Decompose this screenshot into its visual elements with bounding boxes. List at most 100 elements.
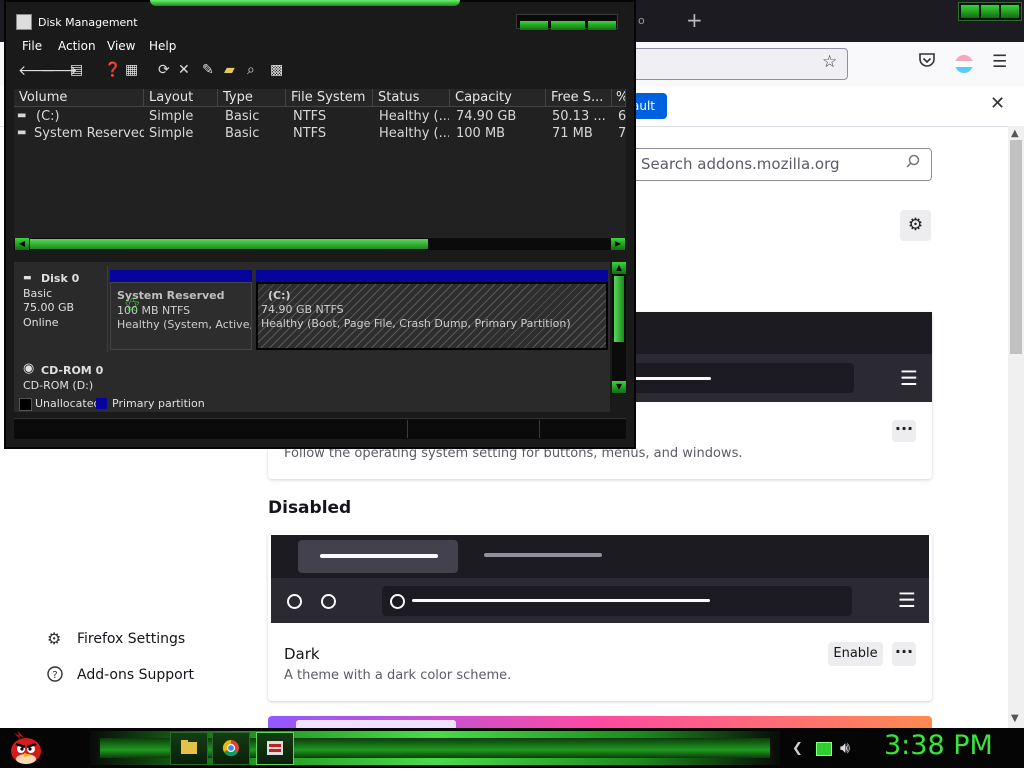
addons-support-link[interactable]: Add-ons Support — [77, 667, 194, 683]
volume-layout: Simple — [149, 126, 194, 141]
volume-list: Volume Layout Type File System Status Ca… — [14, 89, 626, 239]
scrollbar-thumb[interactable] — [30, 239, 428, 249]
scroll-down-arrow-icon[interactable]: ▼ — [612, 381, 626, 393]
menu-bar: File Action View Help — [14, 36, 628, 56]
column-header-volume[interactable]: Volume — [14, 89, 144, 107]
column-header-percent-free[interactable]: % — [612, 89, 626, 107]
firefox-window-controls[interactable] — [958, 2, 1022, 21]
theme-preview-url-line — [412, 599, 710, 602]
help-icon[interactable]: ❓ — [104, 62, 121, 78]
theme-more-options-button[interactable]: ··· — [892, 420, 916, 442]
check-icon[interactable]: ✎ — [202, 62, 214, 78]
properties-icon[interactable]: ▦ — [125, 62, 138, 78]
bookmark-star-icon[interactable]: ☆ — [822, 52, 837, 72]
notification-close-icon[interactable]: ✕ — [990, 93, 1005, 114]
search-placeholder: Search addons.mozilla.org — [641, 155, 840, 173]
theme-preview-tab-line-inactive — [484, 553, 602, 557]
column-header-file-system[interactable]: File System — [286, 89, 373, 107]
cdrom-icon: ◉ — [23, 361, 35, 376]
maximize-button[interactable] — [551, 21, 585, 30]
scrollbar-thumb[interactable] — [614, 276, 624, 342]
system-tray: ❮ 🔊︎ — [786, 733, 876, 765]
partition-name: (C:) — [268, 289, 291, 302]
window-controls[interactable] — [516, 14, 618, 30]
gear-icon: ⚙ — [47, 629, 62, 648]
menu-view[interactable]: View — [107, 39, 135, 53]
partition-c-drive[interactable]: (C:) 74.90 GB NTFS Healthy (Boot, Page F… — [256, 282, 608, 350]
scrollbar-thumb[interactable] — [1010, 140, 1022, 354]
menu-file[interactable]: File — [22, 39, 42, 53]
disk-state: Online — [23, 316, 59, 329]
volume-speaker-icon[interactable]: 🔊︎ — [840, 738, 850, 758]
volume-free-space: 50.13 ... — [552, 109, 606, 124]
help-icon: ? — [47, 666, 63, 686]
theme-more-options-button[interactable]: ··· — [892, 642, 916, 666]
partition-header-bar — [256, 270, 608, 282]
theme-preview-menu-icon: ☰ — [900, 366, 918, 390]
column-header-layout[interactable]: Layout — [144, 89, 218, 107]
refresh-icon[interactable]: ⟳ — [158, 62, 170, 78]
maximize-button[interactable] — [981, 5, 999, 18]
minimize-button[interactable] — [961, 5, 979, 18]
close-button[interactable] — [588, 21, 616, 30]
column-header-type[interactable]: Type — [218, 89, 286, 107]
search-icon[interactable]: ⌕ — [247, 62, 255, 78]
partition-size-fs: 74.90 GB NTFS — [261, 303, 344, 316]
pocket-icon[interactable] — [918, 52, 936, 72]
volume-free-space: 71 MB — [552, 126, 593, 141]
volume-type: Basic — [225, 109, 260, 124]
close-button[interactable] — [1001, 5, 1019, 18]
volume-file-system: NTFS — [293, 126, 327, 141]
scroll-up-arrow-icon[interactable]: ▲ — [612, 262, 626, 274]
disk-size: 75.00 GB — [23, 301, 75, 314]
scroll-up-arrow-icon[interactable]: ▲ — [1011, 128, 1019, 139]
svg-text:?: ? — [52, 670, 57, 681]
legend-label: Unallocated — [35, 397, 101, 410]
scroll-down-arrow-icon[interactable]: ▼ — [1011, 713, 1019, 724]
enable-theme-button[interactable]: Enable — [828, 642, 883, 666]
volume-capacity: 74.90 GB — [456, 109, 517, 124]
minimize-button[interactable] — [520, 21, 548, 30]
settings-icon[interactable]: ▩ — [270, 62, 283, 78]
column-header-capacity[interactable]: Capacity — [450, 89, 546, 107]
open-folder-icon[interactable]: ▰ — [224, 62, 235, 78]
firefox-tab-partial[interactable]: o — [638, 14, 645, 27]
menu-help[interactable]: Help — [149, 39, 176, 53]
disk-0-label[interactable]: ▬ Disk 0 Basic 75.00 GB Online — [15, 266, 108, 352]
start-button-angry-bird-icon[interactable] — [6, 729, 46, 767]
hard-disk-icon: ▬ — [23, 273, 32, 283]
taskbar-clock[interactable]: 3:38 PM — [884, 730, 993, 761]
delete-icon[interactable]: ✕ — [178, 62, 190, 78]
disk-type: Basic — [23, 287, 53, 300]
tools-gear-icon[interactable]: ⚙ — [900, 210, 931, 241]
mouse-cursor-icon: ⚝ — [125, 295, 140, 313]
new-tab-button[interactable]: + — [686, 8, 703, 32]
hamburger-menu-icon[interactable]: ☰ — [992, 52, 1007, 72]
cdrom-0-label[interactable]: ◉ CD-ROM 0 CD-ROM (D:) — [15, 356, 107, 392]
taskbar-chrome-button[interactable] — [212, 732, 250, 765]
volume-name: (C:) — [36, 109, 60, 124]
status-bar — [14, 418, 626, 439]
network-icon[interactable] — [816, 742, 832, 756]
volume-percent-free: 6 — [618, 109, 626, 124]
theme-preview-url-icon — [390, 594, 405, 609]
scroll-left-arrow-icon[interactable]: ◀ — [15, 238, 29, 250]
partition-system-reserved[interactable]: System Reserved 100 MB NTFS Healthy (Sys… — [110, 282, 252, 350]
volume-name: System Reserved — [34, 126, 144, 141]
theme-name: Dark — [284, 645, 320, 663]
status-divider — [539, 420, 540, 438]
volume-file-system: NTFS — [293, 109, 327, 124]
firefox-settings-link[interactable]: Firefox Settings — [77, 631, 185, 647]
taskbar-file-explorer-button[interactable] — [170, 732, 208, 765]
menu-action[interactable]: Action — [58, 39, 96, 53]
console-tree-icon[interactable]: ▤ — [70, 62, 83, 78]
account-avatar-icon[interactable] — [955, 55, 973, 73]
column-header-free-space[interactable]: Free S... — [546, 89, 612, 107]
column-header-status[interactable]: Status — [373, 89, 450, 107]
search-icon — [906, 154, 920, 172]
taskbar-disk-management-button[interactable] — [256, 732, 294, 765]
url-bar[interactable] — [600, 48, 848, 80]
toolbar: 🡐 🡒 ▤ ❓ ▦ ⟳ ✕ ✎ ▰ ⌕ ▩ — [14, 58, 628, 84]
scroll-right-arrow-icon[interactable]: ▶ — [611, 238, 625, 250]
show-hidden-icons-chevron-icon[interactable]: ❮ — [792, 741, 803, 756]
